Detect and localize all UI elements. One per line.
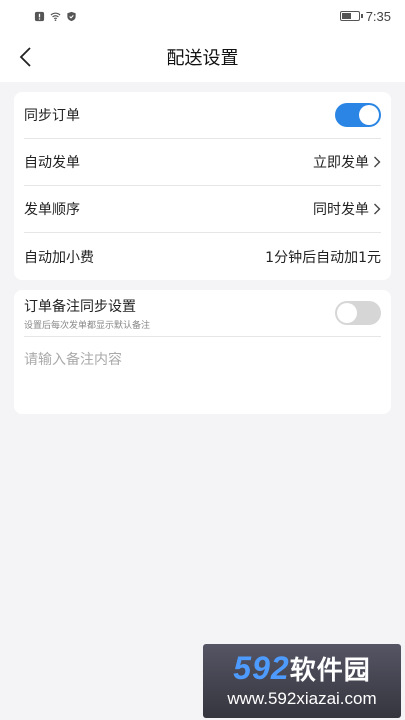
remark-text-group: 订单备注同步设置 设置后每次发单都显示默认备注 [24,296,150,331]
auto-tip-value: 1分钟后自动加1元 [265,249,381,266]
shield-icon [67,11,76,21]
nav-bar: 配送设置 [0,32,405,82]
back-button[interactable] [12,44,38,70]
remark-header: 订单备注同步设置 设置后每次发单都显示默认备注 [24,290,381,337]
dispatch-order-row[interactable]: 发单顺序 同时发单 [24,186,381,233]
chevron-right-icon [374,203,381,215]
auto-dispatch-label: 自动发单 [24,155,80,171]
remark-sync-toggle[interactable] [335,301,381,325]
dispatch-order-value: 同时发单 [313,202,369,218]
chevron-left-icon [19,47,31,67]
sync-orders-row: 同步订单 [24,92,381,139]
auto-tip-label: 自动加小费 [24,249,94,266]
status-bar: 7:35 [0,0,405,32]
remark-subtitle: 设置后每次发单都显示默认备注 [24,320,151,331]
auto-dispatch-row[interactable]: 自动发单 立即发单 [24,139,381,186]
watermark-logo: 592软件园 [233,650,371,686]
remark-title: 订单备注同步设置 [24,298,136,315]
status-time: 7:35 [365,8,391,24]
auto-tip-row[interactable]: 自动加小费 1分钟后自动加1元 [24,233,381,280]
watermark-url: www.592xiazai.com [227,689,377,708]
auto-dispatch-value-wrap: 立即发单 [313,152,381,172]
toggle-knob [337,303,357,323]
page-title: 配送设置 [166,48,239,69]
remark-input[interactable] [24,337,381,410]
sync-orders-toggle[interactable] [335,103,381,127]
battery-level [341,13,351,19]
auto-dispatch-value: 立即发单 [313,155,369,171]
wifi-icon [50,12,61,21]
site-watermark: 592软件园 www.592xiazai.com [203,644,401,718]
toggle-knob [359,105,379,125]
chevron-right-icon [374,156,381,168]
alert-icon [34,11,45,21]
dispatch-settings-card: 同步订单 自动发单 立即发单 发单顺序 同时发单 自动加小费 1分钟后自动加1元 [14,92,391,280]
dispatch-order-label: 发单顺序 [24,202,80,218]
status-icons-right: 7:35 [339,8,391,24]
status-icons-left [34,11,77,22]
remark-settings-card: 订单备注同步设置 设置后每次发单都显示默认备注 [14,290,391,414]
dispatch-order-value-wrap: 同时发单 [313,199,381,219]
sync-orders-label: 同步订单 [24,108,80,124]
battery-icon [339,11,363,21]
